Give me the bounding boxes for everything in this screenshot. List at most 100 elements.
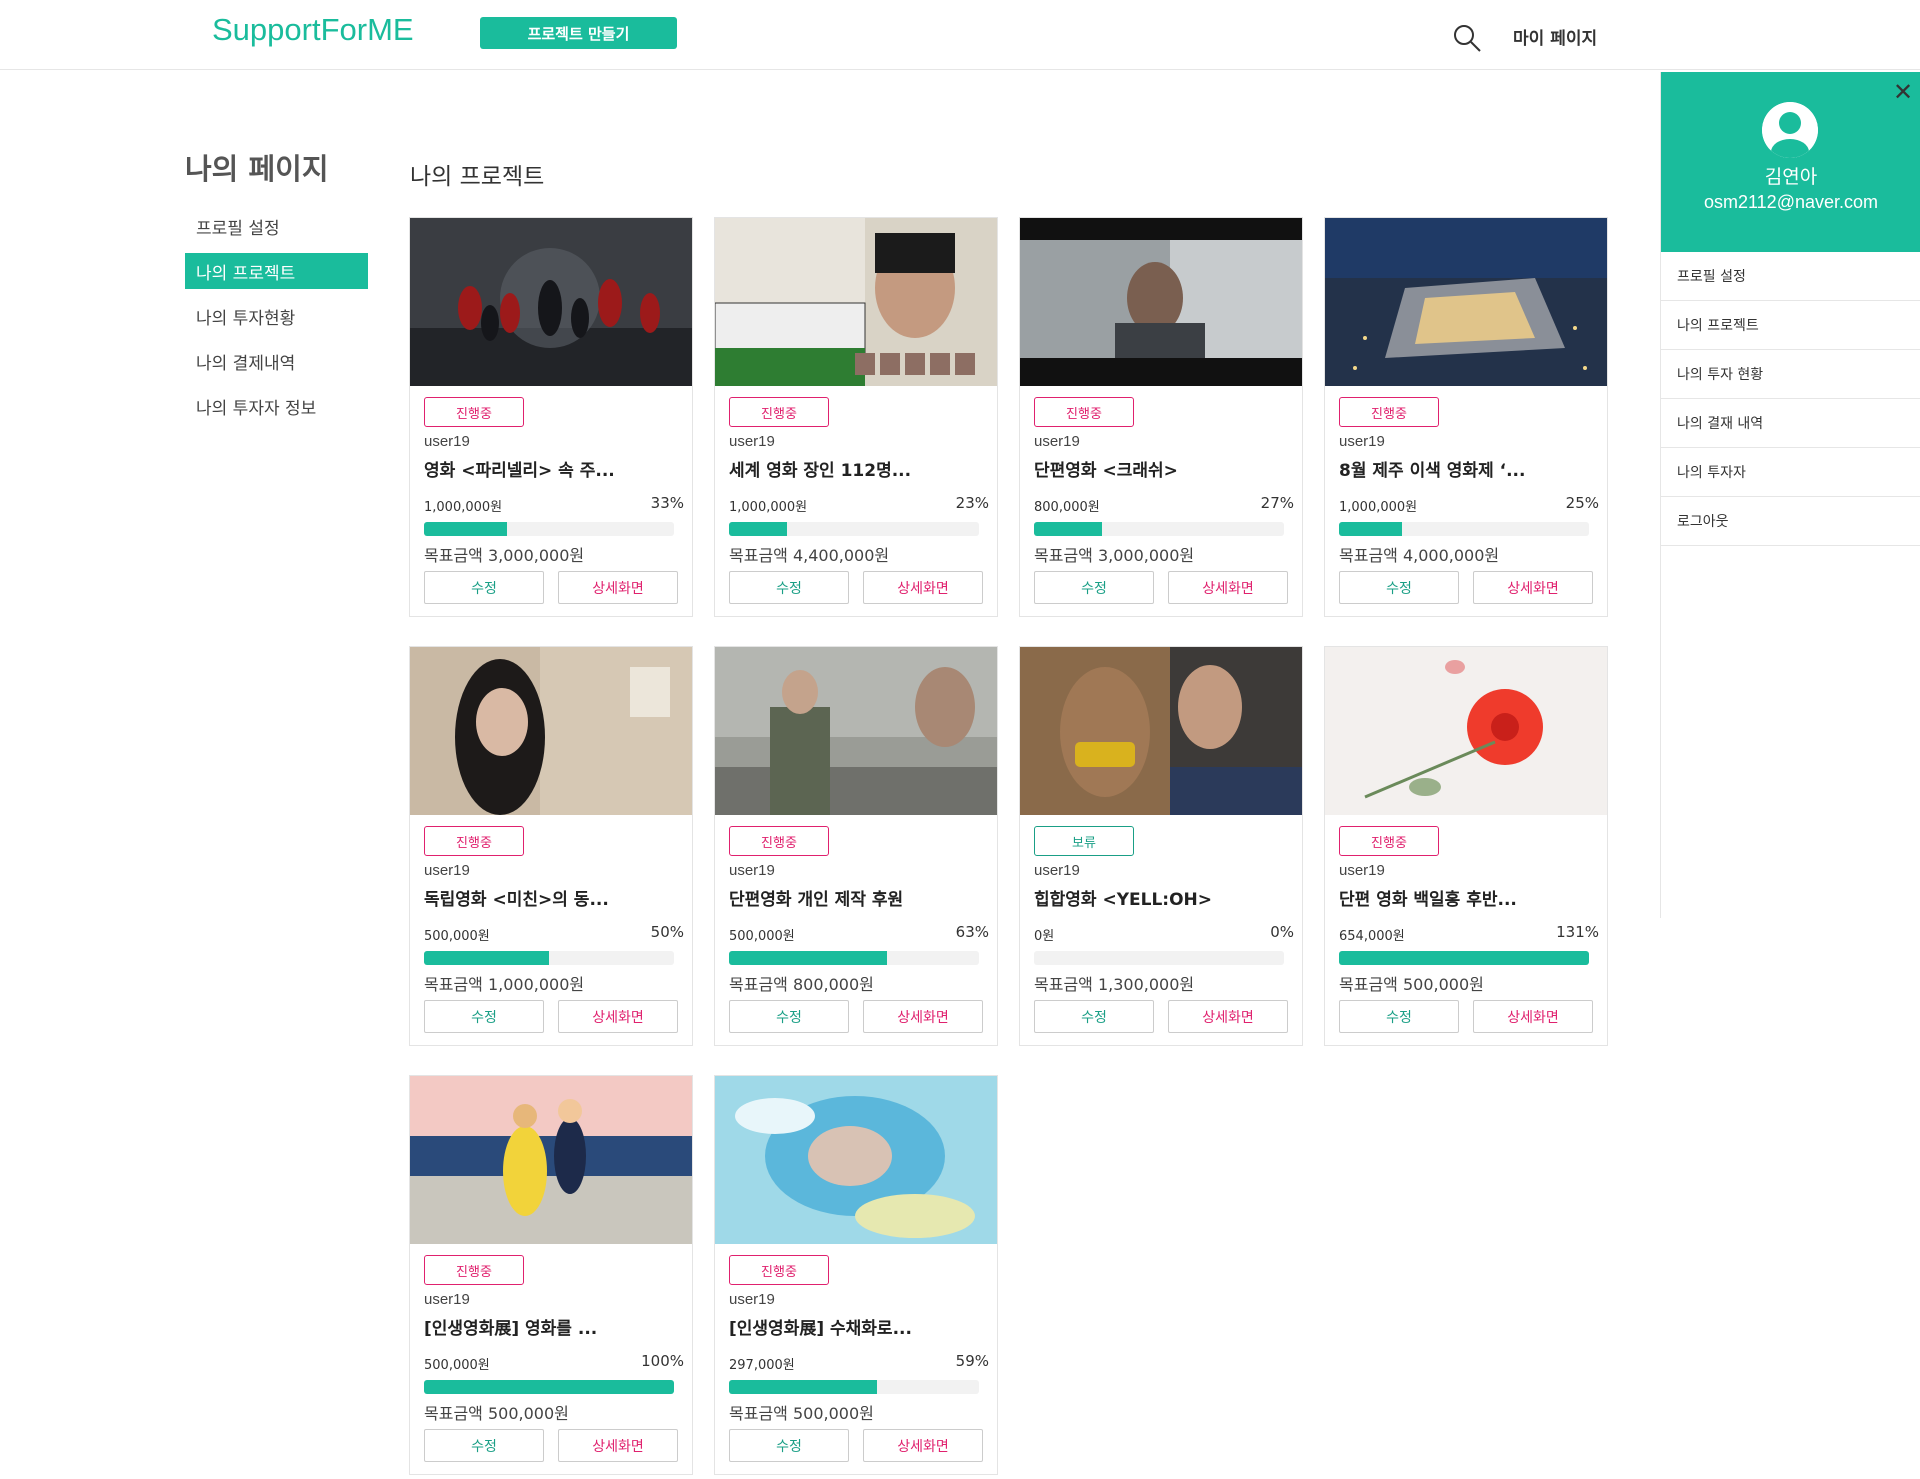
edit-button[interactable]: 수정 (729, 571, 849, 604)
project-thumbnail[interactable] (410, 218, 692, 386)
panel-item-profile[interactable]: 프로필 설정 (1661, 252, 1920, 301)
project-thumbnail[interactable] (1020, 218, 1302, 386)
edit-button[interactable]: 수정 (1339, 571, 1459, 604)
project-thumbnail[interactable] (1020, 647, 1302, 815)
goal-amount: 목표금액 500,000원 (424, 1404, 569, 1423)
edit-button[interactable]: 수정 (1339, 1000, 1459, 1033)
user-email: osm2112@naver.com (1703, 192, 1879, 212)
raised-amount: 800,000원 (1034, 500, 1100, 515)
project-title[interactable]: 독립영화 <미친>의 동... (424, 885, 624, 910)
status-badge: 진행중 (424, 397, 524, 427)
edit-button[interactable]: 수정 (729, 1429, 849, 1462)
create-project-button[interactable]: 프로젝트 만들기 (480, 17, 677, 49)
search-icon[interactable] (1452, 23, 1482, 53)
project-title[interactable]: [인생영화展] 수채화로... (729, 1314, 929, 1339)
project-title[interactable]: 단편영화 <크래쉬> (1034, 456, 1234, 481)
goal-amount: 목표금액 3,000,000원 (1034, 546, 1195, 565)
raised-amount: 500,000원 (424, 929, 490, 944)
edit-button[interactable]: 수정 (424, 1429, 544, 1462)
progress-bar (729, 522, 979, 536)
detail-button[interactable]: 상세화면 (863, 571, 983, 604)
project-card: 보류 user19 힙합영화 <YELL:OH> 0원 0% 목표금액 1,30… (1019, 646, 1303, 1046)
edit-button[interactable]: 수정 (424, 571, 544, 604)
site-logo[interactable]: SupportForME (212, 12, 414, 48)
project-author: user19 (424, 862, 470, 879)
progress-percent: 131% (1556, 923, 1599, 941)
project-thumbnail[interactable] (410, 1076, 692, 1244)
project-card: 진행중 user19 [인생영화展] 수채화로... 297,000원 59% … (714, 1075, 998, 1475)
detail-button[interactable]: 상세화면 (1168, 1000, 1288, 1033)
sidebar-item-investor-info[interactable]: 나의 투자자 정보 (185, 388, 368, 424)
project-author: user19 (729, 862, 775, 879)
detail-button[interactable]: 상세화면 (863, 1000, 983, 1033)
raised-amount: 654,000원 (1339, 929, 1405, 944)
detail-button[interactable]: 상세화면 (558, 1000, 678, 1033)
project-title[interactable]: 세계 영화 장인 112명... (729, 456, 929, 481)
status-badge: 진행중 (729, 397, 829, 427)
close-icon[interactable]: ✕ (1893, 78, 1913, 106)
project-author: user19 (424, 433, 470, 450)
progress-bar-fill (1034, 522, 1102, 536)
project-thumbnail[interactable] (1325, 218, 1607, 386)
status-badge: 진행중 (424, 826, 524, 856)
goal-amount: 목표금액 4,000,000원 (1339, 546, 1500, 565)
project-thumbnail[interactable] (715, 647, 997, 815)
panel-item-investments[interactable]: 나의 투자 현황 (1661, 350, 1920, 399)
detail-button[interactable]: 상세화면 (558, 571, 678, 604)
raised-amount: 500,000원 (424, 1358, 490, 1373)
project-title[interactable]: 단편영화 개인 제작 후원 (729, 885, 929, 910)
detail-button[interactable]: 상세화면 (1473, 571, 1593, 604)
mypage-link[interactable]: 마이 페이지 (1513, 24, 1597, 49)
edit-button[interactable]: 수정 (729, 1000, 849, 1033)
edit-button[interactable]: 수정 (1034, 1000, 1154, 1033)
progress-bar-fill (729, 1380, 877, 1394)
project-thumbnail[interactable] (715, 218, 997, 386)
progress-bar-fill (729, 951, 887, 965)
sidebar-menu: 프로필 설정 나의 프로젝트 나의 투자현황 나의 결제내역 나의 투자자 정보 (185, 208, 368, 433)
panel-item-payments[interactable]: 나의 결재 내역 (1661, 399, 1920, 448)
panel-item-investors[interactable]: 나의 투자자 (1661, 448, 1920, 497)
project-title[interactable]: 8월 제주 이색 영화제 ‘... (1339, 456, 1539, 481)
project-author: user19 (424, 1291, 470, 1308)
project-card: 진행중 user19 영화 <파리넬리> 속 주... 1,000,000원 3… (409, 217, 693, 617)
progress-percent: 0% (1270, 923, 1294, 941)
edit-button[interactable]: 수정 (1034, 571, 1154, 604)
sidebar-item-investments[interactable]: 나의 투자현황 (185, 298, 368, 334)
project-title[interactable]: 단편 영화 백일홍 후반... (1339, 885, 1539, 910)
progress-bar (1034, 951, 1284, 965)
project-thumbnail[interactable] (1325, 647, 1607, 815)
sidebar-item-my-projects[interactable]: 나의 프로젝트 (185, 253, 368, 289)
goal-amount: 목표금액 4,400,000원 (729, 546, 890, 565)
avatar-icon (1762, 102, 1818, 158)
progress-bar (729, 951, 979, 965)
project-thumbnail[interactable] (715, 1076, 997, 1244)
goal-amount: 목표금액 3,000,000원 (424, 546, 585, 565)
detail-button[interactable]: 상세화면 (558, 1429, 678, 1462)
panel-item-my-projects[interactable]: 나의 프로젝트 (1661, 301, 1920, 350)
sidebar-item-profile[interactable]: 프로필 설정 (185, 208, 368, 244)
goal-amount: 목표금액 1,000,000원 (424, 975, 585, 994)
project-author: user19 (1339, 433, 1385, 450)
progress-bar (1339, 522, 1589, 536)
progress-bar (424, 951, 674, 965)
detail-button[interactable]: 상세화면 (863, 1429, 983, 1462)
sidebar-item-payments[interactable]: 나의 결제내역 (185, 343, 368, 379)
project-author: user19 (1034, 433, 1080, 450)
detail-button[interactable]: 상세화면 (1473, 1000, 1593, 1033)
progress-bar-fill (1339, 522, 1402, 536)
progress-bar-fill (1339, 951, 1589, 965)
project-title[interactable]: [인생영화展] 영화를 ... (424, 1314, 624, 1339)
progress-percent: 59% (955, 1352, 989, 1370)
project-author: user19 (729, 1291, 775, 1308)
detail-button[interactable]: 상세화면 (1168, 571, 1288, 604)
edit-button[interactable]: 수정 (424, 1000, 544, 1033)
progress-bar (1034, 522, 1284, 536)
panel-item-logout[interactable]: 로그아웃 (1661, 497, 1920, 546)
page-title: 나의 프로젝트 (410, 164, 545, 190)
status-badge: 진행중 (729, 826, 829, 856)
project-thumbnail[interactable] (410, 647, 692, 815)
project-title[interactable]: 영화 <파리넬리> 속 주... (424, 456, 624, 481)
project-title[interactable]: 힙합영화 <YELL:OH> (1034, 885, 1234, 910)
project-card: 진행중 user19 단편영화 개인 제작 후원 500,000원 63% 목표… (714, 646, 998, 1046)
user-panel-menu: 프로필 설정 나의 프로젝트 나의 투자 현황 나의 결재 내역 나의 투자자 … (1661, 252, 1920, 546)
